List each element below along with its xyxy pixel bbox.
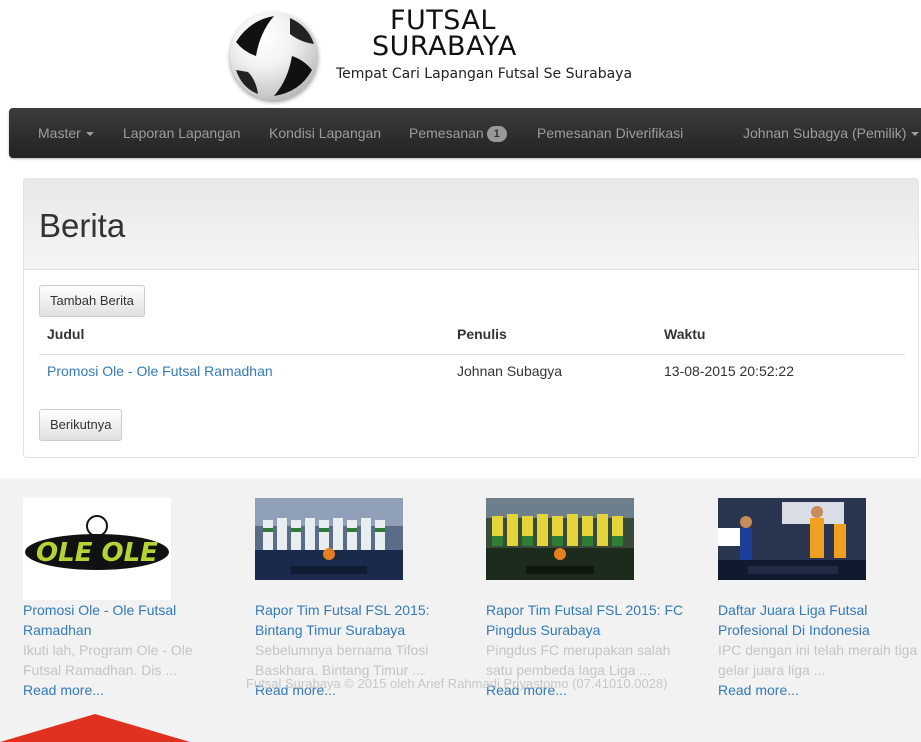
thumb-logo-text: OLE OLE [36,538,158,568]
nav-pemesanan-label: Pemesanan [409,125,484,141]
news-excerpt: Ikuti lah, Program Ole - Ole Futsal Rama… [23,642,193,678]
berita-title-link[interactable]: Promosi Ole - Ole Futsal Ramadhan [47,363,273,379]
news-card: Daftar Juara Liga Futsal Profesional Di … [718,498,921,700]
tambah-berita-button[interactable]: Tambah Berita [39,285,145,317]
news-thumbnail[interactable] [718,498,866,600]
column-header-waktu: Waktu [664,326,706,342]
nav-laporan-lapangan[interactable]: Laporan Lapangan [123,108,241,158]
match-photo-image [718,498,866,580]
read-more-link[interactable]: Read more... [23,680,233,700]
page-header: Berita [24,179,918,270]
news-excerpt: IPC dengan ini telah meraih tiga gelar j… [718,642,918,678]
site-tagline: Tempat Cari Lapangan Futsal Se Surabaya [336,66,633,82]
news-excerpt: Pingdus FC merupakan salah satu pembeda … [486,642,671,678]
news-card: OLE OLE Promosi Ole - Ole Futsal Ramadha… [23,498,233,700]
watermark-shape [0,714,190,742]
ole-ole-logo-image: OLE OLE [25,515,169,570]
caret-down-icon [85,132,94,137]
news-title-link[interactable]: Rapor Tim Futsal FSL 2015: FC Pingdus Su… [486,600,696,640]
nav-user-label: Johnan Subagya (Pemilik) [743,125,907,141]
nav-master-dropdown[interactable]: Master [38,108,94,158]
news-card: Rapor Tim Futsal FSL 2015: Bintang Timur… [255,498,465,700]
column-header-judul: Judul [47,326,85,342]
berita-panel: Berita Tambah Berita Judul Penulis Waktu… [23,178,919,458]
news-title-link[interactable]: Rapor Tim Futsal FSL 2015: Bintang Timur… [255,600,465,640]
page-title: Berita [39,207,126,244]
berita-time: 13-08-2015 20:52:22 [664,363,794,379]
futsal-ball-logo [230,12,318,100]
nav-kondisi-lapangan[interactable]: Kondisi Lapangan [269,108,381,158]
nav-pemesanan-diverifikasi[interactable]: Pemesanan Diverifikasi [537,108,683,158]
nav-user-dropdown[interactable]: Johnan Subagya (Pemilik) [743,108,920,158]
news-footer: OLE OLE Promosi Ole - Ole Futsal Ramadha… [0,478,921,742]
news-thumbnail[interactable] [255,498,403,600]
berikutnya-button[interactable]: Berikutnya [39,409,123,441]
read-more-link[interactable]: Read more... [718,680,921,700]
news-thumbnail[interactable] [486,498,634,600]
footer-copyright: Futsal Surabaya © 2015 oleh Arief Rahmad… [246,676,668,691]
news-card: Rapor Tim Futsal FSL 2015: FC Pingdus Su… [486,498,696,700]
site-title-line2: SURABAYA [372,31,517,62]
news-thumbnail[interactable]: OLE OLE [23,498,171,600]
news-excerpt: Sebelumnya bernama Tifosi Baskhara. Bint… [255,642,429,678]
news-title-link[interactable]: Promosi Ole - Ole Futsal Ramadhan [23,600,233,640]
team-photo-image [255,498,403,580]
news-title-link[interactable]: Daftar Juara Liga Futsal Profesional Di … [718,600,921,640]
main-navbar: Master Laporan Lapangan Kondisi Lapangan… [9,108,921,158]
nav-pemesanan[interactable]: Pemesanan 1 [409,108,507,158]
site-header: FUTSAL SURABAYA Tempat Cari Lapangan Fut… [0,0,921,108]
pemesanan-count-badge: 1 [486,126,507,143]
nav-master-label: Master [38,125,81,141]
team-photo-image [486,498,634,580]
table-divider [39,354,905,355]
caret-down-icon [911,132,920,137]
berita-author: Johnan Subagya [457,363,563,379]
column-header-penulis: Penulis [457,326,507,342]
